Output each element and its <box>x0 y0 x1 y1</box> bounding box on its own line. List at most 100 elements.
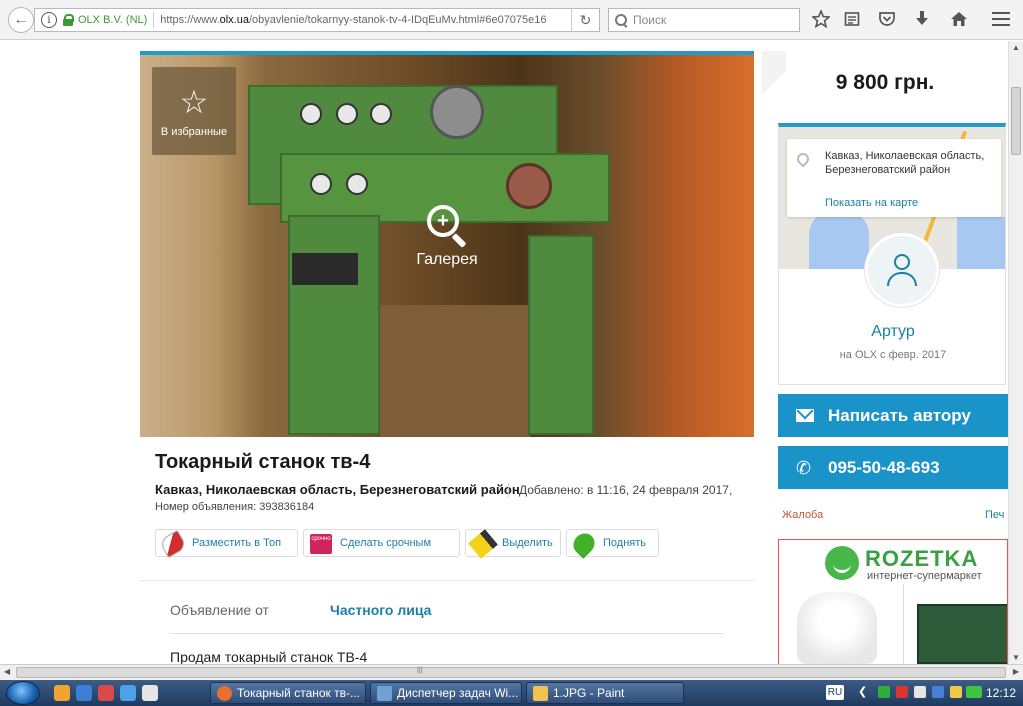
banner-brand: ROZETKA <box>865 546 979 571</box>
tray-icon[interactable] <box>896 686 908 698</box>
gallery-label: Галерея <box>416 251 478 268</box>
tray-icon[interactable] <box>878 686 890 698</box>
address-divider <box>153 12 155 28</box>
pocket-icon[interactable] <box>878 11 896 27</box>
show-on-map-link[interactable]: Показать на карте <box>825 197 918 209</box>
search-bar[interactable]: Поиск <box>608 8 800 32</box>
report-link[interactable]: Жалоба <box>782 509 823 521</box>
start-button[interactable] <box>6 681 40 705</box>
star-icon: ☆ <box>179 83 209 121</box>
bookmark-star-icon[interactable] <box>812 10 830 28</box>
zoom-in-icon: + <box>425 203 469 248</box>
search-icon <box>615 14 627 26</box>
avatar[interactable] <box>865 233 939 307</box>
address-bar[interactable]: i OLX B.V. (NL) https://www.olx.ua/obyav… <box>34 8 600 32</box>
scrollbar-thumb[interactable] <box>1011 87 1021 155</box>
print-link[interactable]: Печ <box>985 509 1004 521</box>
quicklaunch-desktop-icon[interactable] <box>142 685 158 701</box>
ad-added-date: Добавлено: в 11:16, 24 февраля 2017, <box>508 483 732 497</box>
menu-icon[interactable] <box>992 12 1010 26</box>
site-info-icon[interactable]: i <box>41 12 57 28</box>
add-to-favorites-button[interactable]: ☆ В избранные <box>152 67 236 155</box>
ad-gallery[interactable]: ☆ В избранные + Галерея <box>140 51 754 437</box>
promo-label: Сделать срочным <box>340 537 432 549</box>
divider <box>170 633 724 634</box>
tray-icon[interactable] <box>950 686 962 698</box>
quicklaunch-app-icon[interactable] <box>98 685 114 701</box>
url-path: /obyavlenie/tokarnyy-stanok-tv-4-IDqEuMv… <box>248 14 547 26</box>
favorites-label: В избранные <box>160 126 228 138</box>
paint-icon <box>533 686 548 701</box>
divider <box>140 580 754 581</box>
envelope-icon <box>796 409 814 422</box>
product-toolkit-image[interactable] <box>917 604 1007 664</box>
zoom-plus-glyph: + <box>427 205 459 237</box>
ad-from-value[interactable]: Частного лица <box>330 602 431 618</box>
task-paint[interactable]: 1.JPG - Paint <box>526 682 684 704</box>
page-content: ☆ В избранные + Галерея Токарный станок … <box>0 41 1008 664</box>
url-text[interactable]: https://www.olx.ua/obyavlenie/tokarnyy-s… <box>160 14 556 26</box>
seller-since: на OLX с февр. 2017 <box>839 349 947 361</box>
battery-icon[interactable] <box>966 686 982 698</box>
reload-button[interactable]: ↻ <box>571 9 599 31</box>
ad-from-label: Объявление от <box>170 602 269 618</box>
scroll-right-icon[interactable]: ▶ <box>1013 667 1019 676</box>
rozetka-banner[interactable]: ROZETKA интернет-супермаркет <box>778 539 1008 664</box>
system-tray: RU ❮ 12:12 <box>822 680 1023 706</box>
download-icon[interactable] <box>914 10 930 28</box>
search-placeholder: Поиск <box>633 13 667 27</box>
ad-title: Токарный станок тв-4 <box>155 451 371 473</box>
task-firefox[interactable]: Токарный станок тв-... <box>210 682 366 704</box>
home-icon[interactable] <box>950 10 968 28</box>
tray-icon[interactable] <box>932 686 944 698</box>
vertical-scrollbar[interactable]: ▲ ▼ <box>1008 41 1023 664</box>
product-bulb-image[interactable] <box>797 592 877 664</box>
ad-details: Токарный станок тв-4 Кавказ, Николаевска… <box>140 437 754 664</box>
url-prefix: https://www. <box>160 14 220 26</box>
scrollbar-grip: ||| <box>417 667 423 674</box>
ad-location[interactable]: Кавказ, Николаевская область, Березнегов… <box>155 482 520 497</box>
open-gallery-button[interactable]: + Галерея <box>402 203 492 269</box>
up-arrow-icon <box>569 529 599 559</box>
quicklaunch-avast-icon[interactable] <box>54 685 70 701</box>
ad-price: 9 800 грн. <box>762 51 1008 115</box>
phone-icon: ✆ <box>796 458 812 478</box>
bump-up-button[interactable]: Поднять <box>566 529 659 559</box>
ad-description: Продам токарный станок ТВ-4 <box>170 649 368 664</box>
site-identity[interactable]: OLX B.V. (NL) <box>78 14 147 26</box>
seller-card: Кавказ, Николаевская область, Березнегов… <box>778 123 1006 385</box>
browser-toolbar: ← i OLX B.V. (NL) https://www.olx.ua/oby… <box>0 0 1023 40</box>
back-arrow-icon: ← <box>13 11 29 28</box>
user-icon <box>894 254 910 270</box>
reading-list-icon[interactable] <box>844 11 860 27</box>
map-pin-icon <box>794 150 812 168</box>
seller-name[interactable]: Артур <box>779 323 1005 341</box>
scroll-left-icon[interactable]: ◀ <box>4 667 10 676</box>
message-author-button[interactable]: Написать автору <box>778 394 1008 437</box>
lock-icon <box>63 14 74 26</box>
promo-label: Поднять <box>603 537 647 549</box>
task-label: Токарный станок тв-... <box>237 686 361 700</box>
language-indicator[interactable]: RU <box>826 685 844 700</box>
message-button-label: Написать автору <box>828 405 971 425</box>
show-phone-button[interactable]: ✆ 095-50-48-693 <box>778 446 1008 489</box>
quicklaunch-ie-icon[interactable] <box>120 685 136 701</box>
tray-icon[interactable] <box>914 686 926 698</box>
promo-label: Разместить в Топ <box>192 537 282 549</box>
rozetka-logo-icon <box>825 546 859 580</box>
quicklaunch-explorer-icon[interactable] <box>76 685 92 701</box>
make-urgent-button[interactable]: срочно Сделать срочным <box>303 529 460 557</box>
scrollbar-thumb[interactable] <box>16 667 1006 678</box>
promote-top-button[interactable]: Разместить в Топ <box>155 529 298 559</box>
task-task-manager[interactable]: Диспетчер задач Wi... <box>370 682 522 704</box>
price-value: 9 800 грн. <box>835 71 935 94</box>
back-button[interactable]: ← <box>8 7 34 33</box>
clock[interactable]: 12:12 <box>986 686 1016 700</box>
scroll-down-icon[interactable]: ▼ <box>1012 653 1020 662</box>
highlight-button[interactable]: Выделить <box>465 529 561 559</box>
horizontal-scrollbar[interactable]: ◀ ||| ▶ <box>0 664 1023 680</box>
show-hidden-icons[interactable]: ❮ <box>858 685 867 698</box>
rocket-icon <box>158 529 188 559</box>
task-label: 1.JPG - Paint <box>553 686 625 700</box>
scroll-up-icon[interactable]: ▲ <box>1012 43 1020 52</box>
